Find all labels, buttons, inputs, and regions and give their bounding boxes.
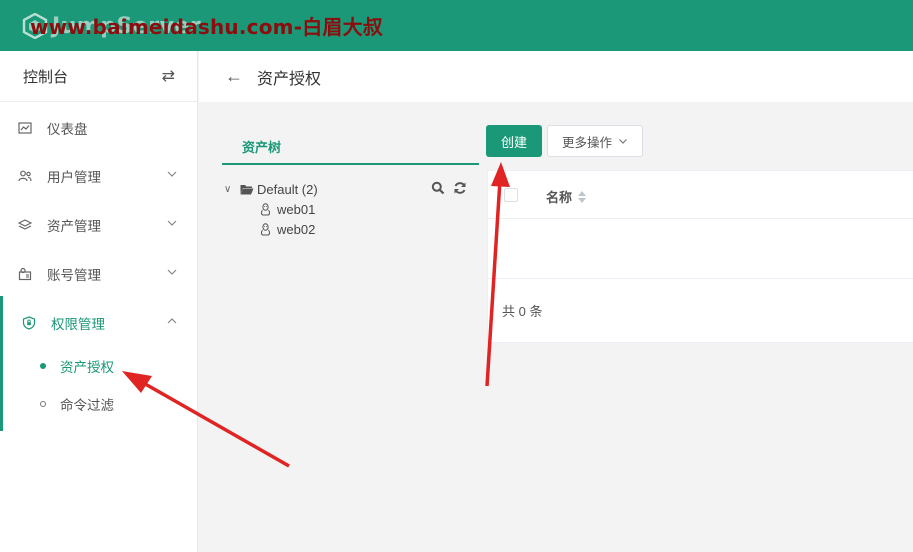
sidebar-item-label: 用户管理 — [47, 170, 101, 185]
table-empty-row — [488, 219, 913, 279]
tree-node-root[interactable]: ∨ Default (2) — [224, 180, 469, 198]
tree-node-asset[interactable]: web02 — [260, 220, 315, 238]
sidebar-subitem-asset-permission[interactable]: 资产授权 — [40, 355, 114, 377]
linux-icon — [260, 202, 271, 215]
sidebar-item-dashboard[interactable]: 仪表盘 — [0, 113, 197, 143]
sidebar-subitem-command-filter[interactable]: 命令过滤 — [40, 393, 114, 415]
column-header-label: 名称 — [546, 190, 573, 205]
sidebar-title: 控制台 — [23, 68, 69, 86]
search-icon[interactable] — [431, 181, 445, 195]
account-icon — [18, 267, 32, 281]
chevron-down-icon — [167, 269, 177, 275]
page-title: 资产授权 — [257, 70, 322, 88]
sidebar-item-assets[interactable]: 资产管理 — [0, 210, 197, 240]
folder-open-icon — [240, 184, 254, 194]
tree-node-asset[interactable]: web01 — [260, 200, 315, 218]
sidebar-header: 控制台 ⇄ — [0, 51, 197, 102]
pagination-total: 共 0 条 — [502, 304, 543, 319]
watermark-text: www.baimeidashu.com-白眉大叔 — [30, 15, 384, 39]
tree-node-label: web02 — [277, 221, 316, 237]
shield-icon — [22, 316, 36, 330]
chevron-down-icon — [619, 139, 627, 144]
refresh-icon[interactable] — [453, 181, 467, 195]
bullet-dot-icon — [40, 401, 46, 407]
sidebar-item-label: 权限管理 — [51, 317, 105, 332]
bullet-dot-icon — [40, 363, 46, 369]
caret-down-icon[interactable]: ∨ — [224, 184, 234, 195]
column-header-name[interactable]: 名称 — [546, 187, 587, 206]
tree-tools — [431, 181, 467, 195]
sidebar: 控制台 ⇄ 仪表盘 用户管理 资产管理 账号管理 权限管理 资产授权 命令过滤 — [0, 51, 198, 552]
sidebar-item-permissions[interactable]: 权限管理 — [0, 308, 197, 338]
select-all-checkbox[interactable] — [504, 188, 518, 202]
back-arrow-icon[interactable]: ← — [225, 66, 243, 87]
create-button[interactable]: 创建 — [486, 125, 542, 157]
more-actions-label: 更多操作 — [561, 135, 612, 150]
sidebar-item-accounts[interactable]: 账号管理 — [0, 259, 197, 289]
tab-asset-tree[interactable]: 资产树 — [222, 127, 479, 165]
sidebar-subitem-label: 资产授权 — [60, 360, 114, 375]
tree-node-label: web01 — [277, 201, 316, 217]
top-header: JumpServer www.baimeidashu.com-白眉大叔 — [0, 0, 913, 51]
chevron-down-icon — [167, 171, 177, 177]
permissions-table: 名称 共 0 条 — [487, 170, 913, 343]
page-header: ← 资产授权 — [199, 51, 913, 102]
sidebar-item-label: 账号管理 — [47, 268, 101, 283]
more-actions-dropdown[interactable]: 更多操作 — [547, 125, 643, 157]
tree-node-label: Default (2) — [257, 181, 318, 197]
table-header-row: 名称 — [488, 171, 913, 219]
sidebar-subitem-label: 命令过滤 — [60, 398, 114, 413]
tab-label: 资产树 — [242, 140, 282, 155]
users-icon — [18, 170, 32, 182]
sidebar-item-label: 资产管理 — [47, 219, 101, 234]
linux-icon — [260, 222, 271, 235]
layers-icon — [18, 219, 32, 230]
chevron-up-icon — [167, 318, 177, 324]
sort-icon[interactable] — [578, 190, 587, 203]
sidebar-item-users[interactable]: 用户管理 — [0, 161, 197, 191]
swap-arrows-icon[interactable]: ⇄ — [162, 66, 175, 86]
chevron-down-icon — [167, 220, 177, 226]
dashboard-icon — [18, 122, 32, 134]
sidebar-item-label: 仪表盘 — [47, 122, 88, 137]
